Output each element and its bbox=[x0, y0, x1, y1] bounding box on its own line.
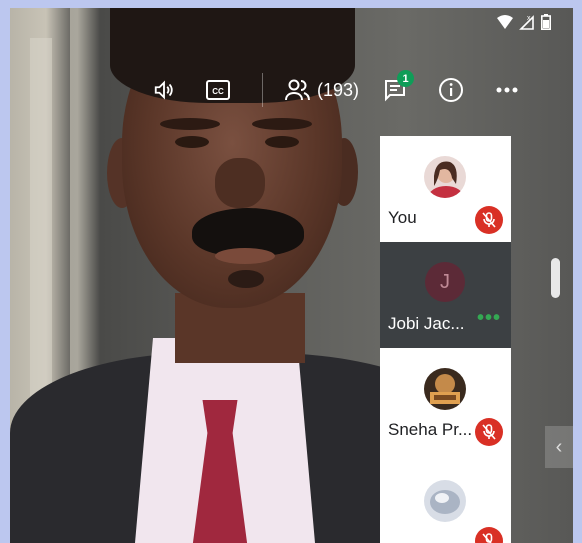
more-icon bbox=[496, 87, 518, 93]
battery-icon bbox=[541, 14, 551, 30]
info-button[interactable] bbox=[423, 68, 479, 112]
participant-tile-sneha[interactable]: Sneha Pr... bbox=[380, 348, 511, 454]
avatar bbox=[424, 156, 466, 198]
volume-icon bbox=[154, 80, 173, 100]
captions-label: CC bbox=[212, 87, 224, 96]
avatar bbox=[424, 480, 466, 522]
participant-tile-you[interactable]: You bbox=[380, 136, 511, 242]
status-bar: x bbox=[497, 14, 551, 30]
speaker-eyebrow bbox=[160, 118, 220, 130]
participants-button[interactable]: (193) bbox=[277, 68, 367, 112]
wifi-icon bbox=[497, 15, 513, 29]
mic-muted-icon bbox=[475, 206, 503, 234]
info-icon bbox=[439, 78, 463, 102]
speaker-eyebrow bbox=[252, 118, 312, 130]
avatar-initial: J bbox=[425, 262, 465, 302]
participants-scrollbar[interactable] bbox=[551, 258, 560, 298]
avatar bbox=[424, 368, 466, 410]
people-icon bbox=[284, 79, 310, 101]
toolbar-divider bbox=[262, 73, 263, 107]
participant-tile-jobi[interactable]: J Jobi Jac... ••• bbox=[380, 242, 511, 348]
mic-muted-icon bbox=[475, 418, 503, 446]
participant-name: You bbox=[388, 208, 417, 227]
volume-button[interactable] bbox=[140, 68, 188, 112]
participants-count: (193) bbox=[316, 79, 360, 100]
speaker-nose bbox=[215, 158, 265, 208]
svg-text:x: x bbox=[527, 15, 531, 22]
speaker-eye bbox=[265, 136, 299, 148]
participant-name: Jobi Jac... bbox=[388, 314, 465, 333]
meeting-toolbar: CC (193) 1 bbox=[140, 68, 535, 112]
mic-muted-icon bbox=[475, 527, 503, 543]
no-signal-icon: x bbox=[519, 15, 534, 30]
collapse-panel-button[interactable]: ‹ bbox=[545, 426, 573, 468]
speaker-chin bbox=[228, 270, 264, 288]
speaker-lip bbox=[215, 248, 275, 264]
captions-icon: CC bbox=[206, 80, 230, 100]
chat-badge: 1 bbox=[397, 70, 414, 87]
chat-button[interactable]: 1 bbox=[367, 68, 423, 112]
participant-tile-4[interactable] bbox=[380, 454, 511, 543]
captions-button[interactable]: CC bbox=[188, 68, 248, 112]
chevron-left-icon: ‹ bbox=[555, 435, 563, 458]
more-options-button[interactable] bbox=[479, 68, 535, 112]
main-video: x CC (193) 1 You J Jobi Jac... ••• Sneha… bbox=[10, 8, 573, 543]
participant-name: Sneha Pr... bbox=[388, 420, 473, 439]
speaker-eye bbox=[175, 136, 209, 148]
speaking-indicator-icon: ••• bbox=[476, 307, 501, 329]
